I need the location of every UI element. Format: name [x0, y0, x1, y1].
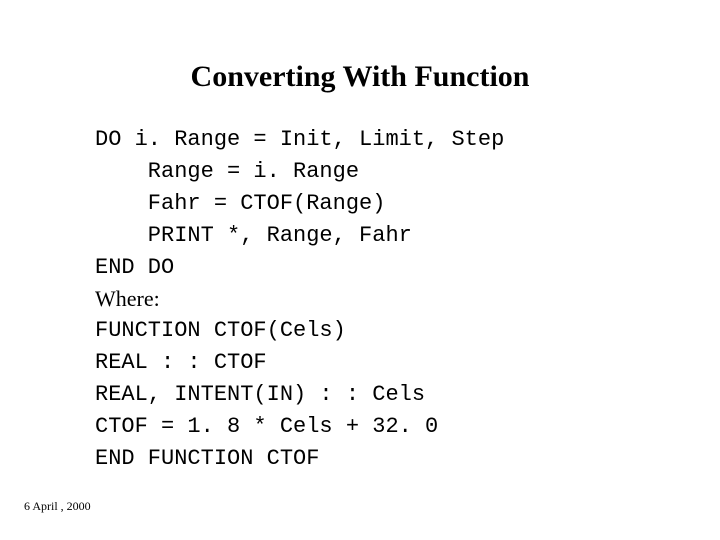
footer-date: 6 April , 2000: [24, 499, 91, 514]
code-line: REAL : : CTOF: [95, 347, 720, 379]
code-line: END FUNCTION CTOF: [95, 443, 720, 475]
code-line: CTOF = 1. 8 * Cels + 32. 0: [95, 411, 720, 443]
code-line: DO i. Range = Init, Limit, Step: [95, 124, 720, 156]
code-line: Range = i. Range: [95, 156, 720, 188]
page-title: Converting With Function: [0, 60, 720, 94]
code-line: PRINT *, Range, Fahr: [95, 220, 720, 252]
code-line: Fahr = CTOF(Range): [95, 188, 720, 220]
code-line: FUNCTION CTOF(Cels): [95, 315, 720, 347]
code-line: REAL, INTENT(IN) : : Cels: [95, 379, 720, 411]
slide-content: DO i. Range = Init, Limit, Step Range = …: [95, 124, 720, 475]
where-label: Where:: [95, 283, 720, 315]
code-line: END DO: [95, 252, 720, 284]
